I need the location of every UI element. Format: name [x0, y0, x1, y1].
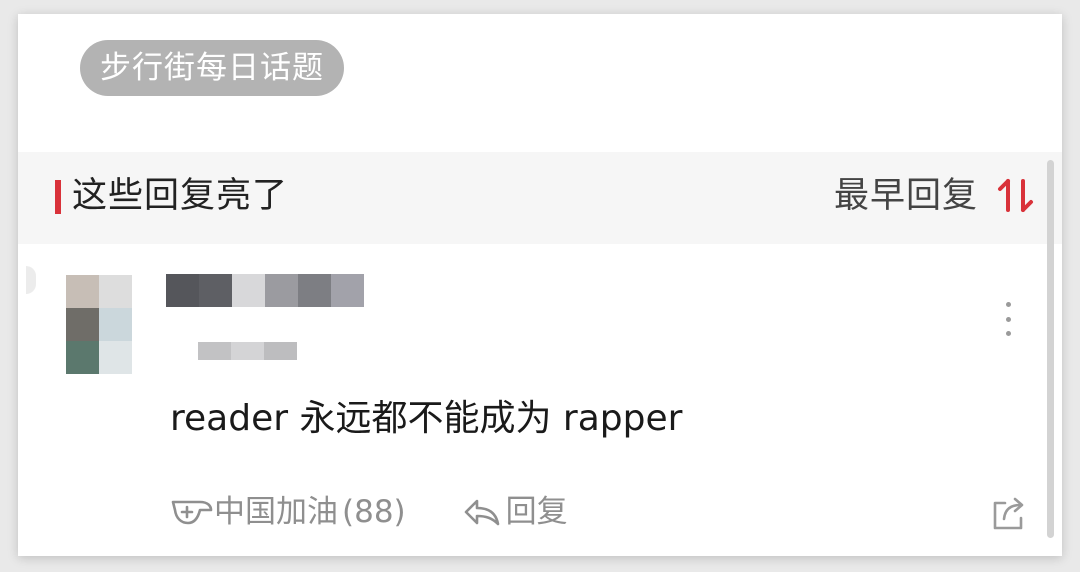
topic-tag-label: 步行街每日话题: [100, 50, 324, 86]
share-icon[interactable]: [990, 494, 1028, 532]
cheer-label: 中国加油: [214, 494, 338, 530]
scrollbar[interactable]: [1047, 160, 1054, 538]
highlighted-replies-header: 这些回复亮了 最早回复: [18, 152, 1062, 244]
post-card: 步行街每日话题 这些回复亮了 最早回复 reader 永远都不能成为 rappe…: [18, 14, 1062, 556]
post-meta-blurred: [198, 342, 297, 360]
cheer-icon: [171, 500, 213, 525]
comment-actions: 中国加油 (88) 回复: [170, 490, 568, 534]
more-vertical-icon[interactable]: [994, 302, 1022, 336]
username-blurred[interactable]: [166, 274, 364, 307]
avatar[interactable]: [66, 275, 132, 374]
reply-label: 回复: [505, 494, 568, 530]
reply-button[interactable]: 回复: [462, 490, 568, 534]
sort-toggle-button[interactable]: 最早回复: [834, 171, 1036, 221]
cheer-count: (88): [342, 494, 406, 530]
section-accent-bar: [55, 180, 61, 214]
sort-toggle-icon: [998, 179, 1033, 212]
sort-label: 最早回复: [833, 176, 978, 216]
section-title: 这些回复亮了: [72, 176, 289, 216]
left-edge-notch: [26, 266, 36, 294]
topic-tag[interactable]: 步行街每日话题: [80, 40, 344, 96]
comment-text: reader 永远都不能成为 rapper: [170, 398, 683, 439]
cheer-button[interactable]: 中国加油 (88): [170, 490, 406, 534]
reply-arrow-icon: [464, 499, 499, 526]
